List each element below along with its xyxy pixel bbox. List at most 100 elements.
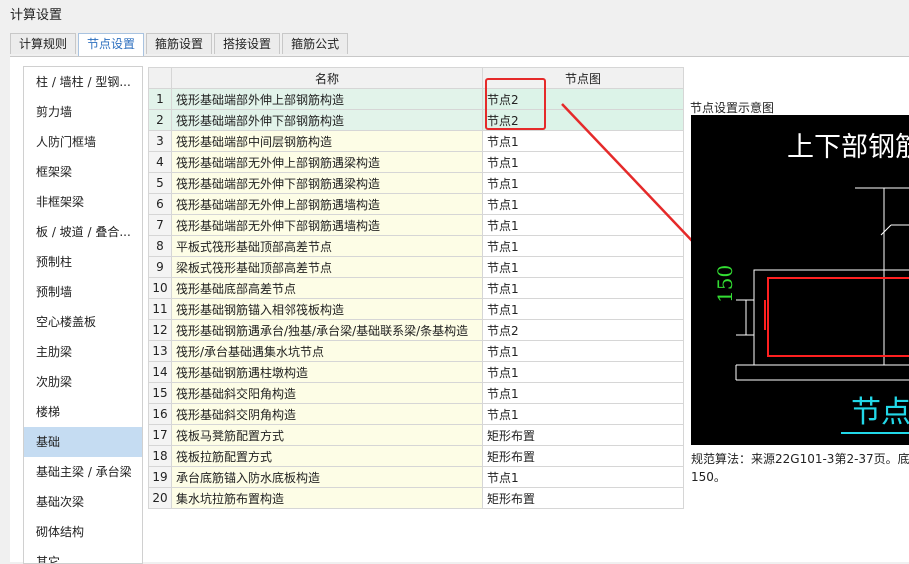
tab-node-settings[interactable]: 节点设置 [78,33,145,56]
table-row[interactable]: 20 集水坑拉筋布置构造 矩形布置 [148,487,684,509]
row-index: 7 [148,214,172,236]
row-node-value[interactable]: 节点1 [482,172,684,194]
sidebar-item-masonry[interactable]: 砌体结构 [24,517,142,547]
header-name[interactable]: 名称 [171,67,483,89]
table-header-row: 名称 节点图 [148,67,684,89]
preview-dimension: 150 [713,264,737,303]
sidebar-item-stair[interactable]: 楼梯 [24,397,142,427]
row-name: 集水坑拉筋布置构造 [171,487,483,509]
table-row[interactable]: 10 筏形基础底部高差节点 节点1 [148,277,684,299]
sidebar-item-frame-beam[interactable]: 框架梁 [24,157,142,187]
table-row[interactable]: 14 筏形基础钢筋遇柱墩构造 节点1 [148,361,684,383]
row-index: 3 [148,130,172,152]
sidebar-item-civil-defense-door-wall[interactable]: 人防门框墙 [24,127,142,157]
row-node-value[interactable]: 矩形布置 [482,487,684,509]
sidebar-item-column[interactable]: 柱 / 墙柱 / 型钢... [24,67,142,97]
sidebar-item-other[interactable]: 其它 [24,547,142,563]
sidebar-item-non-frame-beam[interactable]: 非框架梁 [24,187,142,217]
row-node-value[interactable]: 节点1 [482,361,684,383]
row-name: 梁板式筏形基础顶部高差节点 [171,256,483,278]
row-name: 筏形基础钢筋遇柱墩构造 [171,361,483,383]
row-node-value[interactable]: 节点2 [482,319,684,341]
table-row[interactable]: 9 梁板式筏形基础顶部高差节点 节点1 [148,256,684,278]
row-index: 17 [148,424,172,446]
row-name: 筏形基础端部无外伸下部钢筋遇墙构造 [171,214,483,236]
row-index: 15 [148,382,172,404]
row-node-value[interactable]: 节点1 [482,235,684,257]
rule-description-line2: 150。 [691,470,726,484]
sidebar-item-main-rib-beam[interactable]: 主肋梁 [24,337,142,367]
row-name: 筏形/承台基础遇集水坑节点 [171,340,483,362]
sidebar-item-slab[interactable]: 板 / 坡道 / 叠合... [24,217,142,247]
row-node-value[interactable]: 节点1 [482,214,684,236]
row-index: 1 [148,88,172,110]
sidebar-item-hollow-floor[interactable]: 空心楼盖板 [24,307,142,337]
table-row[interactable]: 4 筏形基础端部无外伸上部钢筋遇梁构造 节点1 [148,151,684,173]
row-node-value[interactable]: 节点1 [482,277,684,299]
row-index: 2 [148,109,172,131]
sidebar-item-shear-wall[interactable]: 剪力墙 [24,97,142,127]
table-row[interactable]: 8 平板式筏形基础顶部高差节点 节点1 [148,235,684,257]
table-row[interactable]: 3 筏形基础端部中间层钢筋构造 节点1 [148,130,684,152]
table-row[interactable]: 2 筏形基础端部外伸下部钢筋构造 节点2 [148,109,684,131]
row-node-value[interactable]: 节点1 [482,340,684,362]
sidebar-item-precast-wall[interactable]: 预制墙 [24,277,142,307]
row-node-value[interactable]: 节点2 [482,109,684,131]
row-node-value[interactable]: 节点1 [482,193,684,215]
tab-content: 柱 / 墙柱 / 型钢... 剪力墙 人防门框墙 框架梁 非框架梁 板 / 坡道… [10,56,909,564]
row-name: 筏形基础端部外伸上部钢筋构造 [171,88,483,110]
row-name: 筏形基础钢筋遇承台/独基/承台梁/基础联系梁/条基构造 [171,319,483,341]
node-settings-table: 名称 节点图 1 筏形基础端部外伸上部钢筋构造 节点2 2 筏形基础端部外伸下部钢筋构… [148,67,684,509]
row-index: 10 [148,277,172,299]
table-row[interactable]: 11 筏形基础钢筋锚入相邻筏板构造 节点1 [148,298,684,320]
rule-description-line1: 规范算法：来源22G101-3第2-37页。底部 [691,452,909,466]
table-row[interactable]: 17 筏板马凳筋配置方式 矩形布置 [148,424,684,446]
row-node-value[interactable]: 节点1 [482,151,684,173]
sidebar-item-foundation-secondary-beam[interactable]: 基础次梁 [24,487,142,517]
sidebar-item-foundation[interactable]: 基础 [24,427,142,457]
table-row[interactable]: 6 筏形基础端部无外伸上部钢筋遇墙构造 节点1 [148,193,684,215]
table-row[interactable]: 1 筏形基础端部外伸上部钢筋构造 节点2 [148,88,684,110]
header-node[interactable]: 节点图 [482,67,684,89]
header-index [148,67,172,89]
sidebar-item-secondary-rib-beam[interactable]: 次肋梁 [24,367,142,397]
row-index: 18 [148,445,172,467]
preview-title: 节点设置示意图 [690,101,775,115]
row-name: 平板式筏形基础顶部高差节点 [171,235,483,257]
table-row[interactable]: 18 筏板拉筋配置方式 矩形布置 [148,445,684,467]
rule-description: 规范算法：来源22G101-3第2-37页。底部 150。 [691,450,909,486]
sidebar-item-foundation-main-beam[interactable]: 基础主梁 / 承台梁 [24,457,142,487]
tab-stirrup-settings[interactable]: 箍筋设置 [146,33,213,54]
row-name: 筏形基础端部中间层钢筋构造 [171,130,483,152]
row-name: 筏形基础斜交阴角构造 [171,403,483,425]
row-index: 4 [148,151,172,173]
row-node-value[interactable]: 节点1 [482,382,684,404]
row-index: 12 [148,319,172,341]
table-row[interactable]: 7 筏形基础端部无外伸下部钢筋遇墙构造 节点1 [148,214,684,236]
row-node-value[interactable]: 节点1 [482,298,684,320]
table-row[interactable]: 12 筏形基础钢筋遇承台/独基/承台梁/基础联系梁/条基构造 节点2 [148,319,684,341]
tab-stirrup-formula[interactable]: 箍筋公式 [282,33,349,54]
table-row[interactable]: 13 筏形/承台基础遇集水坑节点 节点1 [148,340,684,362]
tab-calc-rules[interactable]: 计算规则 [10,33,77,54]
node-preview-diagram: 上下部钢筋 150 节点 [691,115,909,445]
row-node-value[interactable]: 节点1 [482,466,684,488]
row-node-value[interactable]: 节点2 [482,88,684,110]
row-node-value[interactable]: 节点1 [482,403,684,425]
row-name: 筏形基础端部无外伸上部钢筋遇墙构造 [171,193,483,215]
row-index: 14 [148,361,172,383]
table-row[interactable]: 5 筏形基础端部无外伸下部钢筋遇梁构造 节点1 [148,172,684,194]
table-row[interactable]: 15 筏形基础斜交阳角构造 节点1 [148,382,684,404]
sidebar-item-precast-column[interactable]: 预制柱 [24,247,142,277]
row-node-value[interactable]: 节点1 [482,130,684,152]
table-row[interactable]: 19 承台底筋锚入防水底板构造 节点1 [148,466,684,488]
row-name: 筏形基础端部无外伸上部钢筋遇梁构造 [171,151,483,173]
row-node-value[interactable]: 矩形布置 [482,445,684,467]
tab-bar: 计算规则 节点设置 箍筋设置 搭接设置 箍筋公式 [10,33,349,56]
row-node-value[interactable]: 矩形布置 [482,424,684,446]
table-row[interactable]: 16 筏形基础斜交阴角构造 节点1 [148,403,684,425]
row-name: 筏形基础钢筋锚入相邻筏板构造 [171,298,483,320]
row-index: 16 [148,403,172,425]
tab-lap-settings[interactable]: 搭接设置 [214,33,281,54]
row-node-value[interactable]: 节点1 [482,256,684,278]
